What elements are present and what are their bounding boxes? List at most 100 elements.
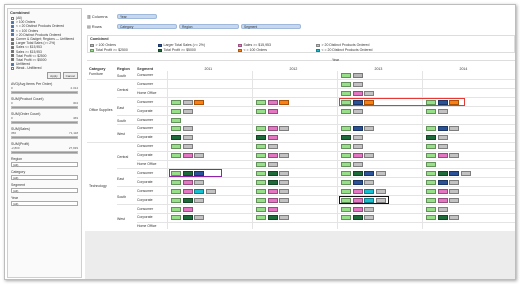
checkbox-icon[interactable] <box>11 29 14 33</box>
status-mark <box>256 197 266 203</box>
range-slider[interactable] <box>11 121 78 125</box>
status-mark <box>341 144 351 150</box>
segment-label: Corporate <box>137 135 153 140</box>
slider-fill <box>12 152 77 154</box>
status-mark <box>279 215 289 221</box>
dropdown-select[interactable]: (All) <box>11 201 78 207</box>
status-mark <box>171 179 181 185</box>
status-mark <box>352 81 363 87</box>
slider-fill <box>12 107 77 109</box>
status-mark <box>267 206 278 212</box>
checkbox-icon[interactable] <box>11 50 14 54</box>
cancel-button[interactable]: Cancel <box>62 72 78 80</box>
legend-swatch <box>90 48 94 52</box>
status-mark <box>426 153 436 159</box>
dropdown-select[interactable]: (All) <box>11 175 78 181</box>
status-mark <box>341 215 351 221</box>
status-mark <box>182 188 193 194</box>
slider-max: 469 <box>72 116 78 121</box>
filter-option[interactable]: Weak - Unfiltered <box>11 66 81 70</box>
checkbox-icon[interactable] <box>11 16 14 20</box>
status-mark <box>437 144 448 150</box>
legend-item[interactable]: Total Profit >= $2500 <box>90 48 128 52</box>
status-mark <box>256 206 266 212</box>
range-slider[interactable] <box>11 91 78 95</box>
checkbox-icon[interactable] <box>11 37 14 41</box>
checkbox-icon[interactable] <box>11 33 14 37</box>
checkbox-icon[interactable] <box>11 66 14 70</box>
column-header-segment: Segment <box>137 67 154 71</box>
status-mark <box>364 153 374 159</box>
status-mark <box>171 197 181 203</box>
range-slider[interactable] <box>11 136 78 140</box>
status-mark <box>256 215 266 221</box>
legend-item[interactable]: Sales >= $15,953 <box>238 43 271 47</box>
status-mark <box>267 162 278 167</box>
row-divider <box>137 132 515 134</box>
shelf-pill[interactable]: Region <box>179 24 239 29</box>
dropdown-select[interactable]: (All) <box>11 188 78 194</box>
range-slider[interactable] <box>11 106 78 110</box>
region-label: West <box>117 132 125 137</box>
status-mark <box>182 144 193 150</box>
status-mark <box>341 126 351 132</box>
legend-item[interactable]: < = 20 Distinct Products Ordered <box>316 48 372 52</box>
status-mark <box>171 126 181 132</box>
shelf-pill[interactable]: Year <box>117 14 157 19</box>
checkbox-icon[interactable] <box>11 24 14 28</box>
checkbox-icon[interactable] <box>11 41 14 45</box>
checkbox-icon[interactable] <box>11 45 14 49</box>
slider-values: 356 71,118 <box>11 131 78 135</box>
status-mark <box>171 153 181 159</box>
status-mark <box>256 126 266 132</box>
status-mark <box>364 90 374 96</box>
segment-label: Corporate <box>137 215 153 220</box>
segment-label: Consumer <box>137 126 154 131</box>
status-mark <box>194 197 204 203</box>
status-mark <box>267 108 278 114</box>
dropdown-select[interactable]: (All) <box>11 162 78 168</box>
status-mark <box>352 73 363 78</box>
status-mark <box>182 179 193 185</box>
status-mark <box>352 188 363 194</box>
highlight-box <box>339 196 389 204</box>
checkbox-icon[interactable] <box>11 58 14 62</box>
checkbox-icon[interactable] <box>11 62 14 66</box>
rows-pills: Category Region Segment <box>117 24 303 29</box>
checkbox-icon[interactable] <box>11 54 14 58</box>
shelf-pill[interactable]: Segment <box>241 24 301 29</box>
legend-label: Total Profit >= $2500 <box>95 48 128 52</box>
status-mark <box>256 108 266 114</box>
status-mark <box>352 135 363 141</box>
status-mark <box>341 170 351 176</box>
status-mark <box>426 179 436 185</box>
region-divider <box>117 115 515 116</box>
legend-item[interactable]: > 100 Orders <box>90 43 116 47</box>
column-header-category: Category <box>89 67 106 71</box>
empty-canvas-area <box>85 231 515 279</box>
highlight-box <box>169 169 222 178</box>
dropdown-label: Year <box>11 196 19 201</box>
region-label: East <box>117 105 125 110</box>
legend-item[interactable]: > 20 Distinct Products Ordered <box>316 43 369 47</box>
segment-label: Corporate <box>137 153 153 158</box>
apply-button[interactable]: Apply <box>47 72 61 80</box>
color-legend: Combined > 100 Orders Larger Total Sales … <box>87 35 515 53</box>
status-mark <box>194 179 204 185</box>
legend-item[interactable]: Larger Total Sales (>= 2%) <box>158 43 205 47</box>
status-mark <box>267 170 278 176</box>
status-mark <box>341 179 351 185</box>
status-mark <box>352 108 363 114</box>
columns-shelf-label: ▥ Columns <box>87 14 117 19</box>
status-mark <box>182 99 193 105</box>
status-mark <box>256 135 266 141</box>
shelf-pill[interactable]: Category <box>117 24 177 29</box>
legend-item[interactable]: Total Profit >= $5000 <box>158 48 196 52</box>
legend-item[interactable]: < = 100 Orders <box>238 48 267 52</box>
range-slider[interactable] <box>11 151 78 155</box>
checkbox-icon[interactable] <box>11 20 14 24</box>
status-mark <box>375 170 386 176</box>
status-mark <box>352 153 363 159</box>
slider-values: 0 2.314 <box>11 86 78 90</box>
status-mark <box>171 144 181 150</box>
